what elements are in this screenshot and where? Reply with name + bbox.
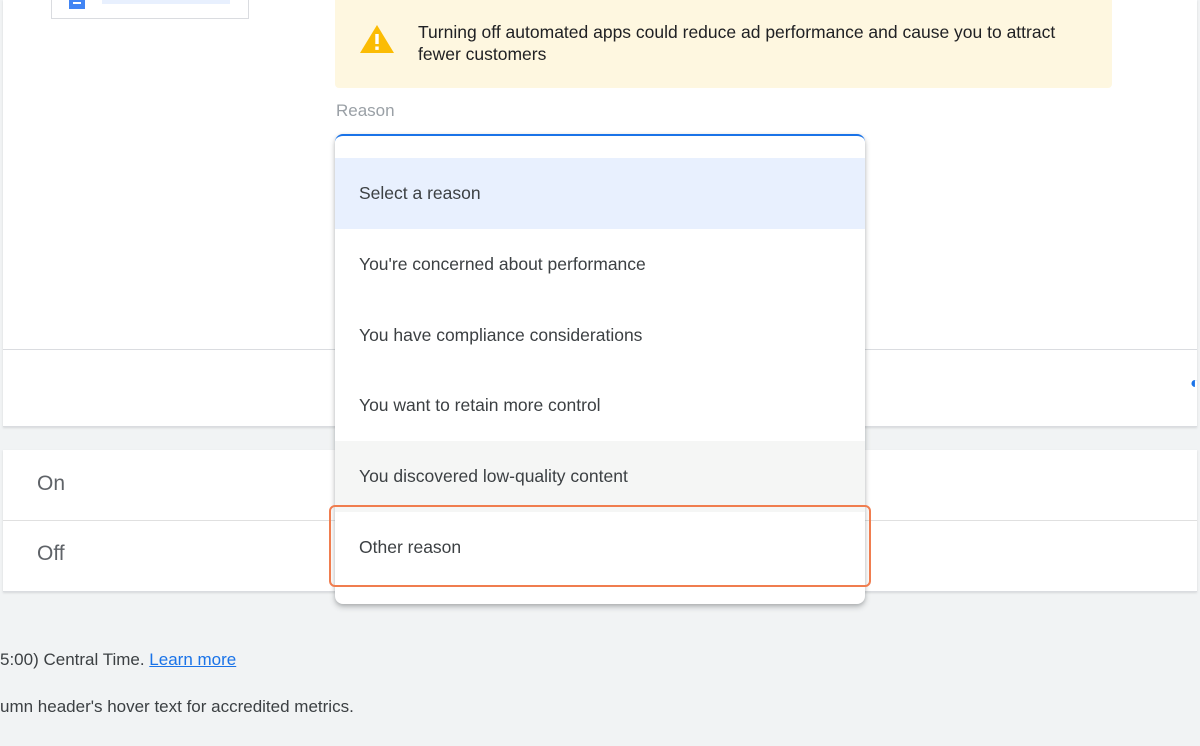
warning-banner: Turning off automated apps could reduce … <box>335 0 1112 88</box>
timezone-text: 5:00) Central Time. <box>0 650 145 669</box>
option-compliance-considerations[interactable]: You have compliance considerations <box>335 300 865 371</box>
edge-link-icon[interactable]: ◐ <box>1190 376 1200 392</box>
option-select-a-reason[interactable]: Select a reason <box>335 158 865 229</box>
asset-preview-thumbnail[interactable] <box>51 0 249 19</box>
option-low-quality-content[interactable]: You discovered low-quality content <box>335 441 865 512</box>
reason-dropdown-menu: Select a reason You're concerned about p… <box>335 134 865 604</box>
option-retain-more-control[interactable]: You want to retain more control <box>335 370 865 441</box>
setting-row-off-label: Off <box>37 542 65 565</box>
reason-field-label: Reason <box>336 101 395 120</box>
option-other-reason[interactable]: Other reason <box>335 512 865 583</box>
warning-icon <box>360 25 394 53</box>
document-icon <box>69 0 85 9</box>
accredited-metrics-note: umn header's hover text for accredited m… <box>0 697 354 716</box>
learn-more-link[interactable]: Learn more <box>149 650 236 669</box>
setting-row-on-label: On <box>37 472 66 495</box>
asset-preview-bar <box>102 0 230 4</box>
timezone-note: 5:00) Central Time. Learn more <box>0 650 236 670</box>
option-concerned-about-performance[interactable]: You're concerned about performance <box>335 229 865 300</box>
warning-message: Turning off automated apps could reduce … <box>418 22 1056 64</box>
